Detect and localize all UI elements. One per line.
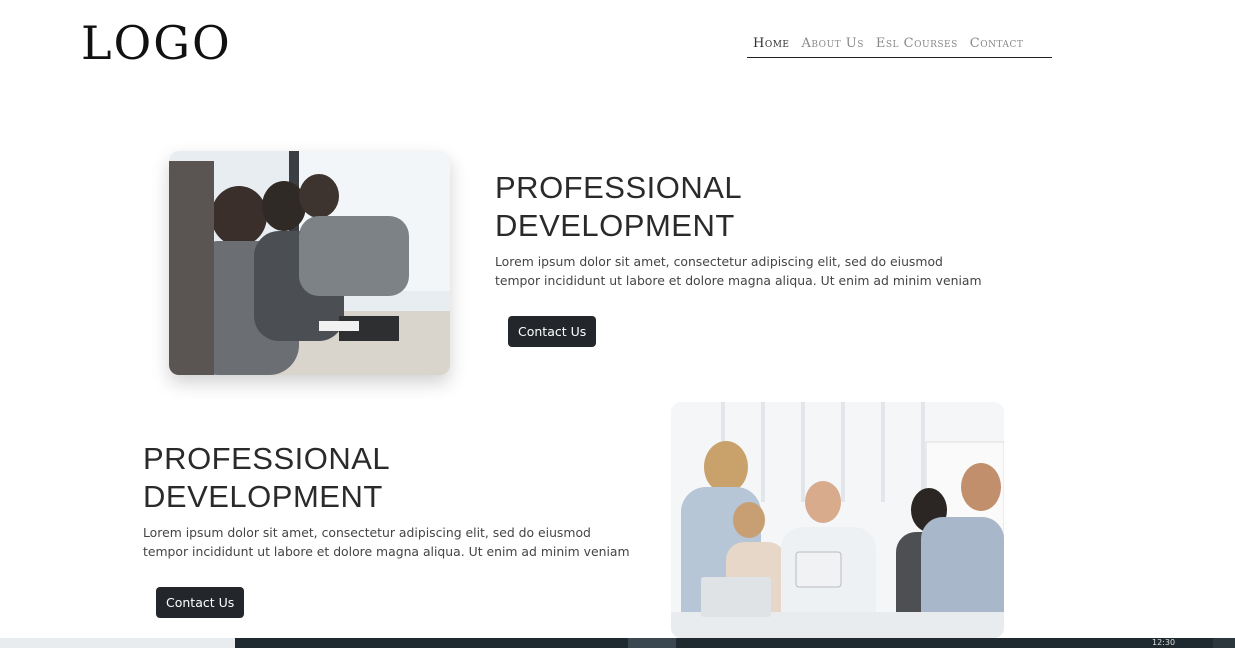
nav-about-us[interactable]: About Us — [802, 36, 864, 51]
section-2-text-line2: tempor incididunt ut labore et dolore ma… — [143, 544, 630, 559]
section-2-contact-button[interactable]: Contact Us — [156, 587, 245, 618]
taskbar-clock[interactable]: 12:30 — [1152, 638, 1175, 648]
section-2-text-line1: Lorem ipsum dolor sit amet, consectetur … — [143, 525, 591, 540]
logo[interactable]: LOGO — [81, 16, 232, 70]
section-1-text-line2: tempor incididunt ut labore et dolore ma… — [495, 273, 982, 288]
nav-home[interactable]: Home — [753, 36, 790, 51]
section-1-photo — [169, 151, 450, 375]
taskbar-show-desktop[interactable] — [1213, 638, 1235, 648]
section-1-title-line2: DEVELOPMENT — [495, 208, 735, 243]
section-1-text-line1: Lorem ipsum dolor sit amet, consectetur … — [495, 254, 943, 269]
section-1-description: Lorem ipsum dolor sit amet, consectetur … — [495, 252, 982, 290]
os-taskbar: 12:30 — [0, 638, 1235, 648]
section-1-title: PROFESSIONAL DEVELOPMENT — [495, 169, 742, 245]
taskbar-search-area[interactable] — [0, 638, 235, 648]
section-2-description: Lorem ipsum dolor sit amet, consectetur … — [143, 523, 630, 561]
section-2-photo — [671, 402, 1004, 638]
main-nav: Home About Us Esl Courses Contact — [747, 36, 1052, 58]
section-2-title-line1: PROFESSIONAL — [143, 441, 391, 476]
section-2-title: PROFESSIONAL DEVELOPMENT — [143, 440, 390, 516]
section-1-title-line1: PROFESSIONAL — [495, 170, 743, 205]
nav-esl-courses[interactable]: Esl Courses — [876, 36, 958, 51]
taskbar-active-app[interactable] — [628, 638, 676, 648]
nav-contact[interactable]: Contact — [970, 36, 1024, 51]
section-1-contact-button[interactable]: Contact Us — [508, 316, 597, 347]
section-2-title-line2: DEVELOPMENT — [143, 479, 383, 514]
